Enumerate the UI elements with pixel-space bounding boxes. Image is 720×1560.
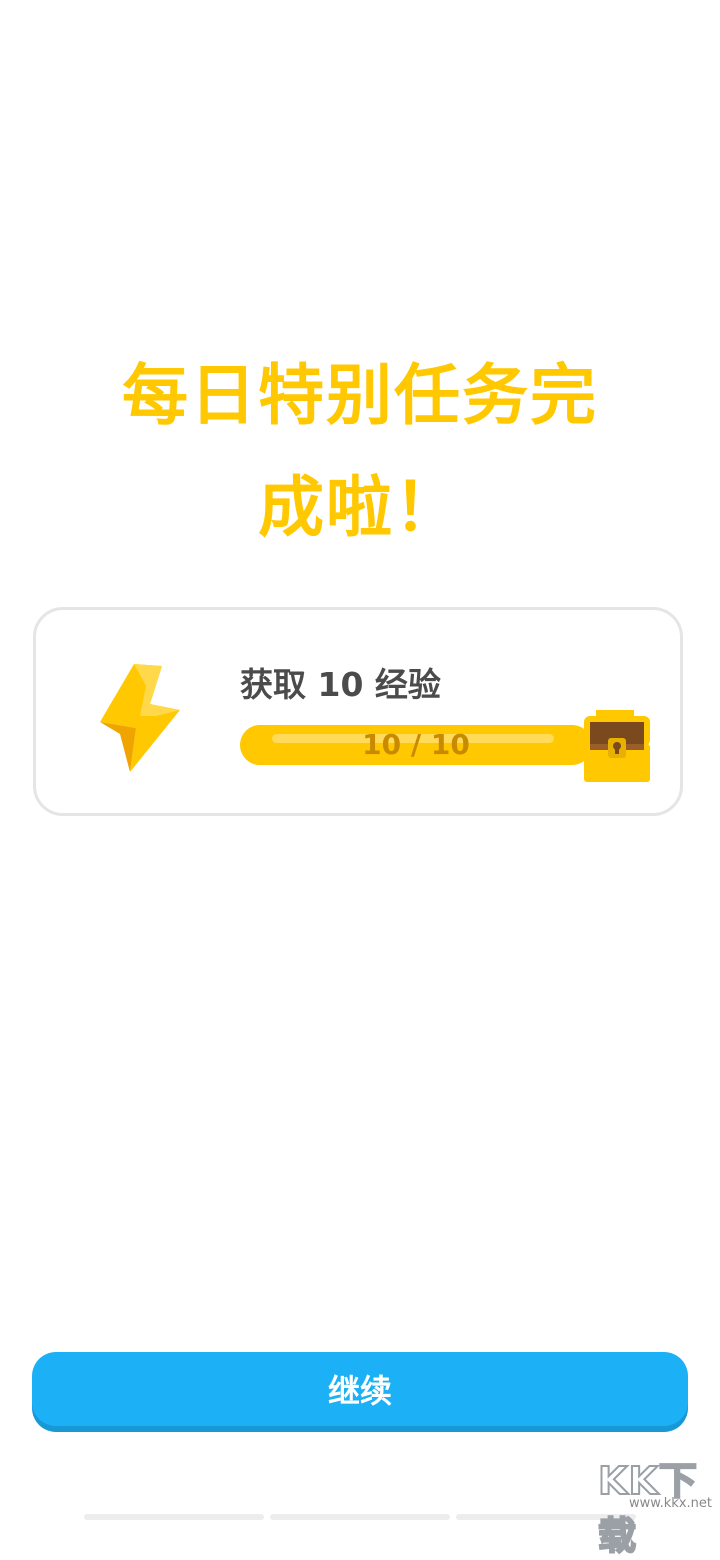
quest-progress-bar: 10 / 10 [240, 725, 592, 765]
home-indicator-segment [84, 1514, 264, 1520]
heading-line-2: 成啦！ [258, 469, 462, 546]
lightning-bolt-icon [100, 664, 180, 772]
watermark: KK下载 www.kkx.net [597, 1450, 716, 1559]
quest-complete-heading: 每日特别任务完 成啦！ [60, 340, 660, 564]
continue-button[interactable]: 继续 [32, 1352, 688, 1426]
progress-label: 10 / 10 [362, 728, 470, 761]
watermark-url: www.kkx.net [628, 1496, 712, 1511]
treasure-chest-icon [584, 710, 650, 782]
quest-card: 获取 10 经验 10 / 10 [33, 607, 683, 816]
home-indicator [84, 1514, 636, 1520]
home-indicator-segment [270, 1514, 450, 1520]
heading-line-1: 每日特别任务完 [122, 357, 598, 434]
quest-title: 获取 10 经验 [240, 665, 441, 704]
